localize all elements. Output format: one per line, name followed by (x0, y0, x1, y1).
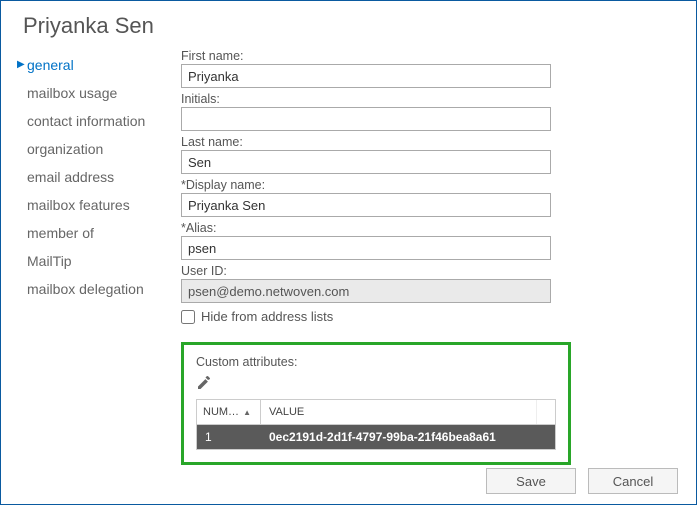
first-name-input[interactable] (181, 64, 551, 88)
sidebar-item-label: contact information (27, 110, 145, 132)
last-name-label: Last name: (181, 135, 666, 149)
custom-attributes-table: NUM… ▲ VALUE 1 0ec2191d-2d1f-4797-99ba-2… (196, 399, 556, 450)
last-name-input[interactable] (181, 150, 551, 174)
attr-row-num: 1 (197, 425, 261, 449)
alias-input[interactable] (181, 236, 551, 260)
sidebar-item-member-of[interactable]: ▶ member of (13, 219, 181, 247)
initials-label: Initials: (181, 92, 666, 106)
sidebar-item-mailtip[interactable]: ▶ MailTip (13, 247, 181, 275)
display-name-input[interactable] (181, 193, 551, 217)
page-title: Priyanka Sen (1, 1, 696, 49)
first-name-label: First name: (181, 49, 666, 63)
sidebar-item-label: mailbox delegation (27, 278, 144, 300)
sidebar-item-label: mailbox usage (27, 82, 117, 104)
hide-from-lists-label: Hide from address lists (201, 309, 333, 324)
sidebar-item-email-address[interactable]: ▶ email address (13, 163, 181, 191)
sort-asc-icon: ▲ (243, 408, 251, 417)
sidebar-item-organization[interactable]: ▶ organization (13, 135, 181, 163)
sidebar-item-label: mailbox features (27, 194, 130, 216)
sidebar-item-label: member of (27, 222, 94, 244)
column-header-num[interactable]: NUM… ▲ (197, 400, 261, 424)
custom-attributes-section: Custom attributes: NUM… ▲ VALUE 1 0ec219… (181, 342, 571, 465)
caret-icon: ▶ (17, 54, 27, 76)
sidebar-item-contact-information[interactable]: ▶ contact information (13, 107, 181, 135)
sidebar-item-mailbox-usage[interactable]: ▶ mailbox usage (13, 79, 181, 107)
custom-attributes-label: Custom attributes: (196, 355, 556, 369)
sidebar-item-mailbox-delegation[interactable]: ▶ mailbox delegation (13, 275, 181, 303)
alias-label: *Alias: (181, 221, 666, 235)
main-panel: First name: Initials: Last name: *Displa… (181, 49, 696, 465)
sidebar-item-label: organization (27, 138, 103, 160)
save-button[interactable]: Save (486, 468, 576, 494)
column-spacer (537, 400, 555, 424)
user-id-input (181, 279, 551, 303)
table-row[interactable]: 1 0ec2191d-2d1f-4797-99ba-21f46bea8a61 (197, 425, 555, 449)
sidebar-item-label: MailTip (27, 250, 72, 272)
attr-row-value: 0ec2191d-2d1f-4797-99ba-21f46bea8a61 (261, 425, 555, 449)
sidebar-item-mailbox-features[interactable]: ▶ mailbox features (13, 191, 181, 219)
sidebar-item-label: email address (27, 166, 114, 188)
column-header-value[interactable]: VALUE (261, 400, 537, 424)
initials-input[interactable] (181, 107, 551, 131)
sidebar: ▶ general ▶ mailbox usage ▶ contact info… (13, 49, 181, 465)
user-id-label: User ID: (181, 264, 666, 278)
cancel-button[interactable]: Cancel (588, 468, 678, 494)
hide-from-lists-checkbox[interactable] (181, 310, 195, 324)
sidebar-item-general[interactable]: ▶ general (13, 51, 181, 79)
edit-icon[interactable] (196, 375, 212, 391)
sidebar-item-label: general (27, 54, 74, 76)
display-name-label: *Display name: (181, 178, 666, 192)
